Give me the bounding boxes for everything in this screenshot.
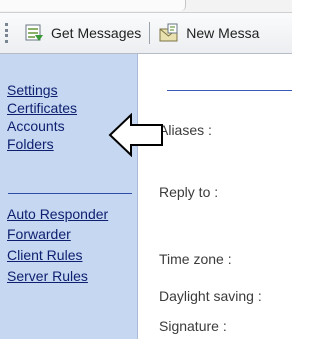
field-label-daylight-saving: Daylight saving : — [159, 288, 262, 304]
sidebar-item-settings[interactable]: Settings — [7, 82, 58, 99]
window-top-strip — [0, 0, 292, 13]
sidebar-item-auto-responder[interactable]: Auto Responder — [7, 206, 108, 223]
field-label-reply-to: Reply to : — [159, 184, 219, 200]
sidebar-separator — [8, 193, 132, 194]
sidebar-item-certificates[interactable]: Certificates — [7, 100, 77, 117]
section-divider — [167, 90, 292, 91]
field-label-signature: Signature : — [159, 318, 227, 334]
toolbar-separator — [149, 22, 151, 44]
top-tab[interactable] — [0, 0, 186, 11]
sidebar-item-forwarder[interactable]: Forwarder — [7, 226, 71, 243]
field-label-time-zone: Time zone : — [159, 251, 232, 267]
get-messages-button[interactable]: Get Messages — [23, 23, 141, 43]
toolbar-grip-icon[interactable] — [5, 23, 9, 43]
sidebar-item-server-rules[interactable]: Server Rules — [7, 268, 88, 285]
new-message-label: New Messa — [186, 25, 260, 41]
sidebar-item-client-rules[interactable]: Client Rules — [7, 247, 82, 264]
toolbar: Get Messages New Messa — [0, 13, 292, 54]
new-message-button[interactable]: New Messa — [158, 23, 259, 43]
new-message-icon — [159, 23, 178, 42]
left-arrow-icon — [108, 113, 163, 157]
get-messages-label: Get Messages — [51, 25, 142, 41]
sidebar-item-folders[interactable]: Folders — [7, 136, 54, 153]
field-label-aliases: Aliases : — [159, 122, 212, 138]
sidebar: Settings Certificates Accounts Folders A… — [0, 54, 138, 339]
sidebar-item-accounts[interactable]: Accounts — [7, 118, 65, 135]
get-messages-icon — [25, 24, 43, 41]
